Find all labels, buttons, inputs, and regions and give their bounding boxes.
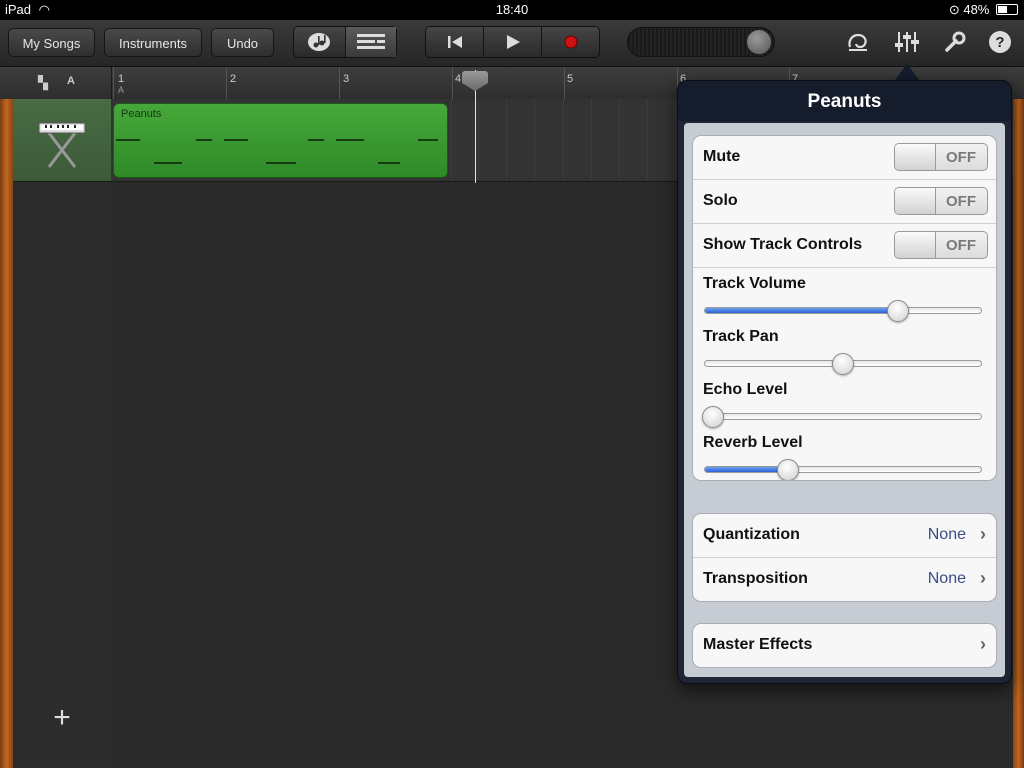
mixer-button[interactable] [894,29,920,55]
settings-wrench-icon [945,31,966,52]
section-letter: A [118,85,125,95]
track-volume-label: Track Volume [703,275,806,292]
track-header-column: + [13,99,112,768]
slider-thumb[interactable] [702,406,725,428]
quantization-row[interactable]: Quantization None › [693,514,996,558]
bar-number: 3 [343,73,350,85]
help-icon: ? [989,31,1011,53]
transposition-row[interactable]: Transposition None › [693,558,996,601]
play-icon [506,35,520,49]
tracks-view-button[interactable] [345,27,396,57]
track-pan-label: Track Pan [703,328,779,345]
plus-icon: + [53,701,71,734]
undo-button[interactable]: Undo [211,28,274,57]
rotation-lock-icon: ⊙ [948,2,960,17]
mute-switch[interactable]: OFF [894,143,988,171]
loop-button[interactable] [845,29,871,55]
master-effects-row[interactable]: Master Effects › [693,624,996,667]
smart-instrument-icon [308,33,331,51]
solo-label: Solo [703,192,738,209]
show-track-controls-state: OFF [946,237,976,254]
transposition-label: Transposition [703,570,808,587]
master-effects-group: Master Effects › [692,623,997,668]
popover-title: Peanuts [807,91,882,112]
help-button[interactable]: ? [987,29,1013,55]
clock: 18:40 [495,2,529,17]
echo-level-label: Echo Level [703,381,788,398]
ruler-header: ▚ A [0,67,112,99]
mute-row: Mute OFF [693,136,996,180]
track-header[interactable] [13,99,111,182]
mute-state: OFF [946,149,976,166]
popover-body: Mute OFF Solo OFF Show Track Controls OF… [684,123,1005,677]
reverb-level-label: Reverb Level [703,434,803,451]
quantization-value: None [927,526,966,543]
track-pan-slider[interactable] [704,353,982,375]
loop-icon [848,33,867,51]
show-track-controls-switch[interactable]: OFF [894,231,988,259]
reverb-level-row: Reverb Level [693,427,996,480]
bar-number: 1 [118,73,125,85]
track-controls-group: Mute OFF Solo OFF Show Track Controls OF… [692,135,997,481]
rewind-button[interactable] [426,27,484,57]
battery-status: ⊙ 48% [949,2,1018,18]
track-pan-row: Track Pan [693,321,996,375]
mixer-icon [895,32,919,52]
view-toggle [293,26,397,58]
wood-side-panel-left [0,99,13,768]
solo-state: OFF [946,193,976,210]
chevron-right-icon: › [980,568,986,588]
battery-icon [996,4,1018,15]
slider-thumb[interactable] [832,353,854,375]
track-volume-slider[interactable] [704,300,982,322]
smart-instrument-view-button[interactable] [294,27,346,57]
popover-arrow [894,64,920,81]
my-songs-button[interactable]: My Songs [8,28,95,57]
volume-knob[interactable] [746,29,772,55]
battery-percent: 48% [963,2,990,17]
transport-controls [425,26,600,58]
section-marker-label[interactable]: A [67,75,75,87]
audio-region[interactable]: Peanuts [113,103,448,178]
chevron-right-icon: › [980,524,986,544]
slider-thumb[interactable] [887,300,910,322]
record-icon [564,35,577,49]
bar-number: 4 [455,73,462,85]
tracks-view-icon [356,34,385,49]
song-section-icon[interactable]: ▚ [38,75,48,91]
transposition-value: None [927,570,966,587]
track-settings-group: Quantization None › Transposition None › [692,513,997,602]
reverb-level-slider[interactable] [704,459,982,480]
svg-text:?: ? [995,34,1004,51]
status-bar: iPad ◠ 18:40 ⊙ 48% [0,0,1024,20]
quantization-label: Quantization [703,526,800,543]
play-button[interactable] [484,27,542,57]
rewind-icon [447,36,462,48]
mute-label: Mute [703,148,741,165]
record-button[interactable] [542,27,599,57]
echo-level-row: Echo Level [693,374,996,428]
bar-number: 5 [567,73,574,85]
show-track-controls-row: Show Track Controls OFF [693,224,996,268]
bar-number: 2 [230,73,237,85]
keyboard-icon [38,122,86,168]
chevron-right-icon: › [980,634,986,654]
track-volume-row: Track Volume [693,268,996,322]
add-track-button[interactable]: + [48,701,76,734]
slider-thumb[interactable] [776,459,799,480]
master-effects-label: Master Effects [703,636,813,653]
solo-switch[interactable]: OFF [894,187,988,215]
show-track-controls-label: Show Track Controls [703,236,863,253]
instruments-button[interactable]: Instruments [104,28,202,57]
region-name: Peanuts [121,108,162,120]
echo-level-slider[interactable] [702,406,982,428]
settings-button[interactable] [942,29,968,55]
master-volume-slider[interactable] [627,27,775,57]
track-settings-popover: Peanuts Mute OFF Solo OFF Show Track Con… [677,80,1012,684]
wood-side-panel-right [1013,99,1024,768]
solo-row: Solo OFF [693,180,996,224]
